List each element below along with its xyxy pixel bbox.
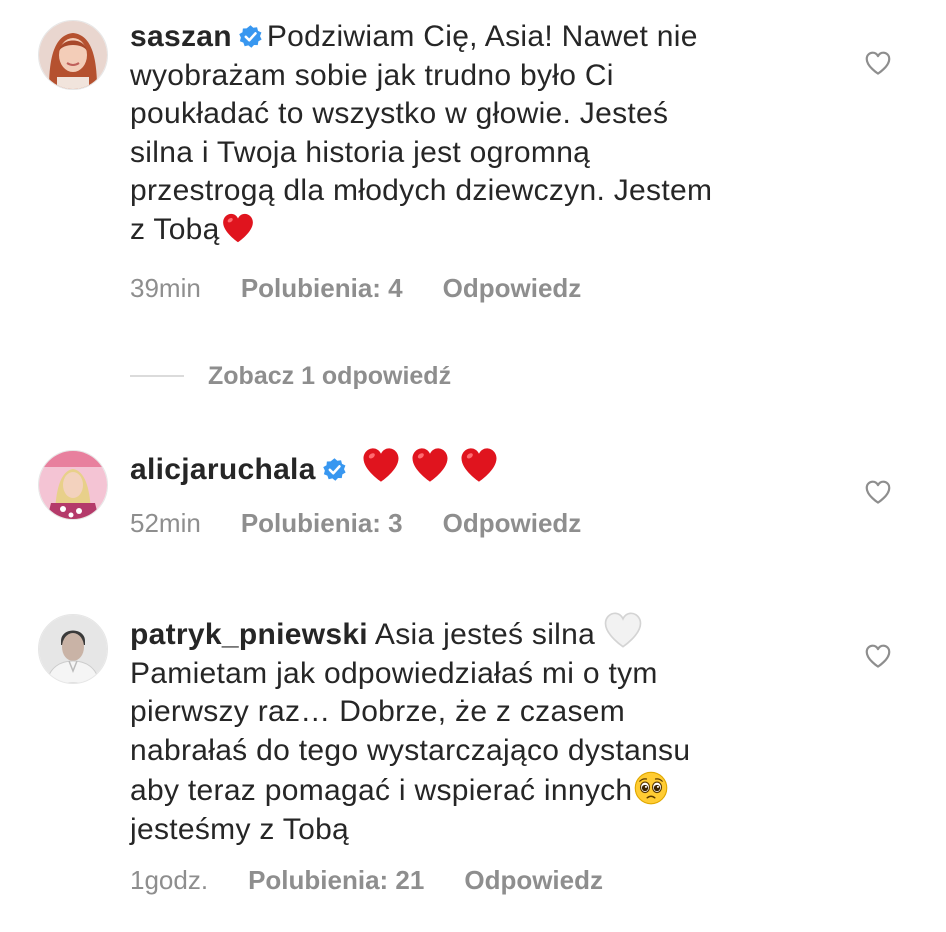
avatar-alicjaruchala-image <box>39 451 107 519</box>
verified-badge-icon <box>322 457 347 482</box>
comment-text-line: aby teraz pomagać i wspierać innych <box>130 774 633 807</box>
comment-text-line: jesteśmy z Tobą <box>130 812 350 846</box>
comment-text-line: poukładać to wszystko w głowie. Jesteś <box>130 97 669 130</box>
comment-meta: 39min Polubienia: 4 Odpowiedz <box>130 273 621 304</box>
comment-username[interactable]: patryk_pniewski <box>130 618 368 651</box>
avatar[interactable] <box>38 614 108 684</box>
comment-text-line: nabrałaś do tego wystarczająco dystansu <box>130 733 691 767</box>
comment-username[interactable]: saszan <box>130 20 232 53</box>
comment-body: patryk_pniewski Asia jesteś silna Pamiet… <box>130 610 830 849</box>
comment-text-line: przestrogą dla młodych dziewczyn. Jestem <box>130 174 713 207</box>
comment-text-line: Asia jesteś silna <box>374 618 596 651</box>
comment-meta: 1godz. Polubienia: 21 Odpowiedz <box>130 865 643 896</box>
white-heart-emoji <box>603 610 643 650</box>
red-heart-emoji <box>361 445 401 485</box>
likes-count-link[interactable]: Polubienia: 4 <box>241 273 403 303</box>
comment-body: saszan Podziwiam Cię, Asia! Nawet nie wyo… <box>130 18 830 249</box>
likes-count-link[interactable]: Polubienia: 21 <box>248 865 424 895</box>
heart-outline-icon[interactable] <box>862 477 894 507</box>
replies-divider <box>130 375 184 377</box>
reply-button[interactable]: Odpowiedz <box>443 273 582 303</box>
view-replies-button[interactable]: Zobacz 1 odpowiedź <box>130 358 451 394</box>
avatar[interactable] <box>38 450 108 520</box>
comment-time: 39min <box>130 273 201 303</box>
reply-button[interactable]: Odpowiedz <box>443 508 582 538</box>
reply-button[interactable]: Odpowiedz <box>464 865 603 895</box>
comment-username[interactable]: alicjaruchala <box>130 453 316 486</box>
red-heart-emoji <box>410 445 450 485</box>
likes-count-link[interactable]: Polubienia: 3 <box>241 508 403 538</box>
comment-meta: 52min Polubienia: 3 Odpowiedz <box>130 508 621 539</box>
avatar-saszan-image <box>39 21 107 89</box>
view-replies-label: Zobacz 1 odpowiedź <box>208 361 452 390</box>
pleading-face-emoji <box>633 770 669 806</box>
verified-badge-icon <box>238 24 263 49</box>
comment-text-line: Podziwiam Cię, Asia! Nawet nie <box>266 20 698 53</box>
comment-body: alicjaruchala <box>130 445 830 490</box>
red-heart-emoji <box>221 211 255 245</box>
heart-outline-icon[interactable] <box>862 48 894 78</box>
comment-text-line: z Tobą <box>130 212 220 246</box>
heart-outline-icon[interactable] <box>862 641 894 671</box>
comment-time: 52min <box>130 508 201 538</box>
comment-text-line: Pamietam jak odpowiedziałaś mi o tym <box>130 656 658 690</box>
comment-text-line: silna i Twoja historia jest ogromną <box>130 135 591 169</box>
red-heart-emoji <box>459 445 499 485</box>
avatar-patryk-pniewski-image <box>39 615 107 683</box>
avatar[interactable] <box>38 20 108 90</box>
comment-text-line: wyobrażam sobie jak trudno było Ci <box>130 58 614 92</box>
comment-time: 1godz. <box>130 865 209 895</box>
comment-text-line: pierwszy raz… Dobrze, że z czasem <box>130 695 626 728</box>
